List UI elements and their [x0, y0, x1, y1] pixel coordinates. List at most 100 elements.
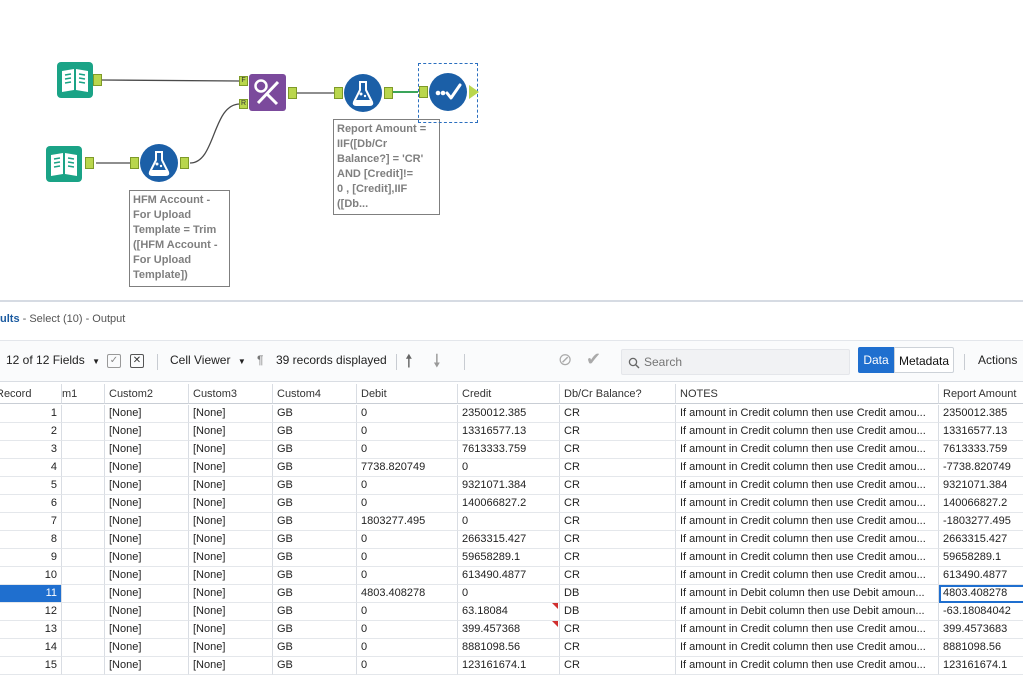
cell-notes[interactable]: If amount in Credit column then use Cred… — [676, 405, 939, 423]
cell-notes[interactable]: If amount in Credit column then use Cred… — [676, 639, 939, 657]
cell-m1[interactable] — [62, 621, 105, 639]
cell-dbcr[interactable]: CR — [560, 531, 676, 549]
cell-debit[interactable]: 0 — [357, 477, 458, 495]
input-data-tool-top[interactable] — [57, 62, 93, 98]
cell-custom4[interactable]: GB — [273, 567, 357, 585]
cell-dbcr[interactable]: CR — [560, 621, 676, 639]
cell-report[interactable]: -1803277.495 — [939, 513, 1023, 531]
cell-notes[interactable]: If amount in Credit column then use Cred… — [676, 621, 939, 639]
cell-custom4[interactable]: GB — [273, 441, 357, 459]
column-header-report-amount[interactable]: Report Amount — [939, 384, 1023, 404]
cell-report[interactable]: 399.4573683 — [939, 621, 1023, 639]
cell-credit[interactable]: 63.18084 — [458, 603, 560, 621]
cell-notes[interactable]: If amount in Credit column then use Cred… — [676, 549, 939, 567]
cell-debit[interactable]: 0 — [357, 621, 458, 639]
cell-custom3[interactable]: [None] — [189, 639, 273, 657]
cell-notes[interactable]: If amount in Credit column then use Cred… — [676, 423, 939, 441]
input-anchor[interactable] — [419, 86, 428, 98]
cell-custom3[interactable]: [None] — [189, 621, 273, 639]
table-row[interactable]: 12 [None] [None] GB 0 63.18084 DB If amount in … — [0, 603, 1023, 621]
cell-m1[interactable] — [62, 441, 105, 459]
metadata-view-button[interactable]: Metadata — [894, 347, 954, 373]
cell-credit[interactable]: 13316577.13 — [458, 423, 560, 441]
output-anchor[interactable] — [469, 85, 479, 99]
cell-custom4[interactable]: GB — [273, 657, 357, 675]
output-anchor[interactable] — [180, 157, 189, 169]
cell-debit[interactable]: 1803277.495 — [357, 513, 458, 531]
cell-record[interactable]: 12 — [0, 603, 62, 621]
cell-m1[interactable] — [62, 477, 105, 495]
cell-dbcr[interactable]: CR — [560, 477, 676, 495]
cell-report[interactable]: 9321071.384 — [939, 477, 1023, 495]
cell-dbcr[interactable]: CR — [560, 657, 676, 675]
cell-credit[interactable]: 123161674.1 — [458, 657, 560, 675]
table-row[interactable]: 15 [None] [None] GB 0 123161674.1 CR If amount … — [0, 657, 1023, 675]
cell-dbcr[interactable]: DB — [560, 585, 676, 603]
cell-debit[interactable]: 0 — [357, 567, 458, 585]
cell-custom4[interactable]: GB — [273, 495, 357, 513]
cell-dbcr[interactable]: CR — [560, 441, 676, 459]
cell-custom3[interactable]: [None] — [189, 585, 273, 603]
cell-dbcr[interactable]: CR — [560, 567, 676, 585]
cell-m1[interactable] — [62, 459, 105, 477]
cell-custom3[interactable]: [None] — [189, 495, 273, 513]
table-row[interactable]: 7 [None] [None] GB 1803277.495 0 CR If amount i… — [0, 513, 1023, 531]
cell-record[interactable]: 11 — [0, 585, 62, 603]
cell-notes[interactable]: If amount in Credit column then use Cred… — [676, 459, 939, 477]
workflow-canvas[interactable]: HFM Account - For Upload Template = Trim… — [0, 0, 1023, 300]
cell-credit[interactable]: 0 — [458, 513, 560, 531]
cell-debit[interactable]: 7738.820749 — [357, 459, 458, 477]
select-tool[interactable] — [429, 73, 467, 111]
cell-m1[interactable] — [62, 585, 105, 603]
column-header-custom2[interactable]: Custom2 — [105, 384, 189, 404]
arrow-up-icon[interactable]: 🠕 — [405, 349, 413, 379]
cell-dbcr[interactable]: CR — [560, 459, 676, 477]
cell-dbcr[interactable]: CR — [560, 549, 676, 567]
column-header-credit[interactable]: Credit — [458, 384, 560, 404]
cell-custom2[interactable]: [None] — [105, 441, 189, 459]
cell-custom3[interactable]: [None] — [189, 549, 273, 567]
table-row[interactable]: 10 [None] [None] GB 0 613490.4877 CR If amount … — [0, 567, 1023, 585]
cell-custom4[interactable]: GB — [273, 549, 357, 567]
checkbox-icon[interactable]: ✓ — [107, 354, 121, 368]
table-row[interactable]: 4 [None] [None] GB 7738.820749 0 CR If amount i… — [0, 459, 1023, 477]
cell-debit[interactable]: 0 — [357, 657, 458, 675]
cell-custom2[interactable]: [None] — [105, 585, 189, 603]
cell-debit[interactable]: 4803.408278 — [357, 585, 458, 603]
cell-record[interactable]: 15 — [0, 657, 62, 675]
cell-custom2[interactable]: [None] — [105, 513, 189, 531]
cell-credit[interactable]: 9321071.384 — [458, 477, 560, 495]
cell-custom2[interactable]: [None] — [105, 621, 189, 639]
cell-notes[interactable]: If amount in Credit column then use Cred… — [676, 513, 939, 531]
cell-custom4[interactable]: GB — [273, 621, 357, 639]
cell-record[interactable]: 10 — [0, 567, 62, 585]
pilcrow-icon[interactable]: ¶ — [257, 353, 263, 367]
cell-report[interactable]: 613490.4877 — [939, 567, 1023, 585]
cell-record[interactable]: 9 — [0, 549, 62, 567]
cell-custom3[interactable]: [None] — [189, 531, 273, 549]
cell-debit[interactable]: 0 — [357, 441, 458, 459]
cell-custom4[interactable]: GB — [273, 585, 357, 603]
cell-m1[interactable] — [62, 513, 105, 531]
column-header-m1[interactable]: m1 — [62, 384, 105, 404]
cell-notes[interactable]: If amount in Credit column then use Cred… — [676, 441, 939, 459]
column-header-custom4[interactable]: Custom4 — [273, 384, 357, 404]
cell-credit[interactable]: 8881098.56 — [458, 639, 560, 657]
cell-m1[interactable] — [62, 405, 105, 423]
cell-custom2[interactable]: [None] — [105, 459, 189, 477]
cell-custom2[interactable]: [None] — [105, 603, 189, 621]
cell-viewer-dropdown[interactable]: Cell Viewer ▼ — [170, 353, 246, 367]
table-row[interactable]: 6 [None] [None] GB 0 140066827.2 CR If amount i… — [0, 495, 1023, 513]
cell-dbcr[interactable]: CR — [560, 405, 676, 423]
cell-report[interactable]: 8881098.56 — [939, 639, 1023, 657]
cell-custom4[interactable]: GB — [273, 459, 357, 477]
cell-custom3[interactable]: [None] — [189, 603, 273, 621]
cell-debit[interactable]: 0 — [357, 405, 458, 423]
cell-report[interactable]: 2663315.427 — [939, 531, 1023, 549]
cell-dbcr[interactable]: CR — [560, 513, 676, 531]
cell-custom3[interactable]: [None] — [189, 459, 273, 477]
table-row[interactable]: 9 [None] [None] GB 0 59658289.1 CR If amount in… — [0, 549, 1023, 567]
cell-custom2[interactable]: [None] — [105, 657, 189, 675]
cell-m1[interactable] — [62, 549, 105, 567]
column-header-dbcr-balance[interactable]: Db/Cr Balance? — [560, 384, 676, 404]
